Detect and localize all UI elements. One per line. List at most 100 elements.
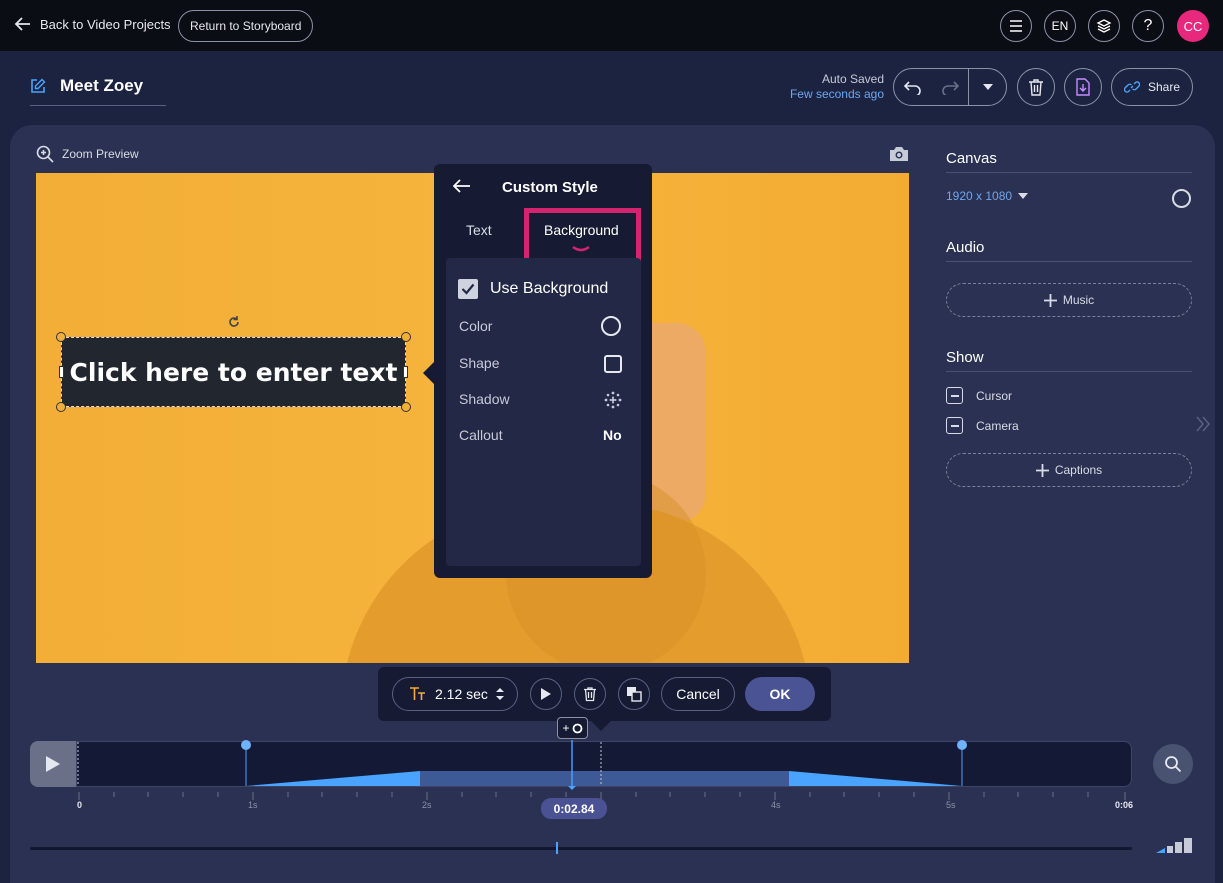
- undo-redo-group: [893, 68, 1007, 106]
- tick-label: 1s: [248, 800, 258, 810]
- plus-icon: [1043, 293, 1057, 307]
- hamburger-icon: [1010, 20, 1022, 32]
- canvas-size-value: 1920 x 1080: [946, 189, 1013, 203]
- help-button[interactable]: ?: [1132, 10, 1164, 42]
- layer-order-icon: [627, 687, 642, 702]
- tick-label: 2s: [422, 800, 432, 810]
- canvas-heading: Canvas: [946, 150, 997, 167]
- resize-handle-right[interactable]: [403, 366, 408, 378]
- canvas-size-dropdown[interactable]: 1920 x 1080: [946, 189, 1029, 203]
- minus-box-icon[interactable]: [946, 387, 963, 404]
- resize-handle-bottom-left[interactable]: [56, 402, 66, 412]
- add-keyframe-button[interactable]: +: [557, 717, 588, 739]
- panel-back-button[interactable]: [452, 179, 471, 198]
- captions-label: Captions: [1054, 463, 1103, 477]
- back-label: Back to Video Projects: [40, 16, 171, 32]
- active-tab-indicator: [572, 246, 590, 252]
- resize-handle-bottom-right[interactable]: [401, 402, 411, 412]
- resize-handle-top-right[interactable]: [401, 332, 411, 342]
- show-cursor-toggle[interactable]: Cursor: [946, 387, 1012, 404]
- avatar[interactable]: CC: [1177, 10, 1209, 42]
- timeline-zoom-button[interactable]: [1153, 744, 1193, 784]
- music-label: Music: [1062, 293, 1095, 307]
- arrange-button[interactable]: [618, 678, 650, 710]
- undo-button[interactable]: [894, 69, 931, 105]
- autosave-time: Few seconds ago: [789, 87, 884, 101]
- play-icon: [46, 756, 60, 772]
- resize-handle-top-left[interactable]: [56, 332, 66, 342]
- layers-icon: [1096, 19, 1112, 33]
- duration-value: 2.12 sec: [435, 686, 488, 702]
- shadow-label: Shadow: [459, 391, 510, 407]
- add-label: +: [562, 721, 570, 735]
- checkbox-checked-icon[interactable]: [458, 279, 478, 299]
- stepper-arrows-icon[interactable]: [495, 687, 504, 701]
- delete-item-button[interactable]: [574, 678, 606, 710]
- timeline-play-button[interactable]: [30, 741, 76, 787]
- timeline-scroll-thumb[interactable]: [556, 842, 558, 854]
- cursor-label: Cursor: [976, 388, 1013, 403]
- double-chevron-right-icon[interactable]: [1195, 415, 1211, 433]
- divider: [946, 371, 1192, 372]
- shape-square-icon[interactable]: [604, 355, 622, 373]
- ok-button[interactable]: OK: [745, 677, 815, 711]
- tick-label: 0:06: [1115, 800, 1134, 810]
- use-background-label: Use Background: [490, 280, 609, 297]
- tick-label: 4s: [771, 800, 781, 810]
- use-background-toggle[interactable]: Use Background: [458, 279, 608, 299]
- callout-value[interactable]: No: [603, 427, 622, 443]
- title-underline: [30, 105, 166, 106]
- redo-button[interactable]: [931, 69, 968, 105]
- playhead-time[interactable]: 0:02.84: [541, 798, 607, 819]
- camera-icon: [890, 147, 908, 161]
- add-music-button[interactable]: Music: [946, 283, 1192, 317]
- divider: [946, 261, 1192, 262]
- add-captions-button[interactable]: Captions: [946, 453, 1192, 487]
- menu-button[interactable]: [1000, 10, 1032, 42]
- text-overlay-box[interactable]: Click here to enter text: [61, 337, 406, 407]
- duration-stepper[interactable]: 2.12 sec: [392, 677, 518, 711]
- rotate-icon[interactable]: [227, 315, 241, 329]
- export-button[interactable]: [1064, 68, 1102, 106]
- tab-background[interactable]: Background: [544, 222, 619, 238]
- timeline-zoom-level-icon[interactable]: [1156, 836, 1194, 854]
- history-dropdown-button[interactable]: [969, 69, 1006, 105]
- share-button[interactable]: Share: [1111, 68, 1193, 106]
- download-file-icon: [1076, 78, 1090, 96]
- cancel-button[interactable]: Cancel: [661, 677, 735, 711]
- trash-icon: [584, 687, 596, 702]
- canvas-color-circle-icon[interactable]: [1172, 189, 1191, 208]
- return-to-storyboard-button[interactable]: Return to Storyboard: [178, 10, 314, 42]
- layers-button[interactable]: [1088, 10, 1120, 42]
- back-to-projects-link[interactable]: Back to Video Projects: [14, 15, 171, 33]
- shadow-dots-icon[interactable]: [603, 390, 623, 410]
- keyframe-circle-icon: [572, 723, 582, 733]
- arrow-left-icon: [14, 17, 30, 31]
- audio-heading: Audio: [946, 239, 985, 256]
- show-heading: Show: [946, 349, 984, 366]
- plus-icon: [1035, 463, 1049, 477]
- link-icon: [1123, 81, 1140, 93]
- zoom-in-icon: [36, 145, 54, 163]
- zoom-preview-button[interactable]: Zoom Preview: [36, 145, 139, 163]
- timeline-scrollbar[interactable]: [30, 847, 1132, 850]
- text-type-icon: [410, 687, 425, 700]
- divider: [946, 172, 1192, 173]
- color-picker-circle-icon[interactable]: [601, 316, 621, 336]
- minus-box-icon[interactable]: [946, 417, 963, 434]
- toolbar-pointer: [591, 721, 611, 731]
- language-button[interactable]: EN: [1044, 10, 1076, 42]
- autosave-label: Auto Saved: [821, 72, 884, 86]
- panel-pointer: [423, 362, 434, 384]
- delete-project-button[interactable]: [1017, 68, 1055, 106]
- trash-icon: [1029, 79, 1043, 96]
- snapshot-button[interactable]: [889, 146, 909, 167]
- show-camera-toggle[interactable]: Camera: [946, 417, 1019, 434]
- tab-text[interactable]: Text: [466, 222, 492, 238]
- top-bar: Back to Video Projects Return to Storybo…: [0, 0, 1223, 51]
- resize-handle-left[interactable]: [59, 366, 64, 378]
- play-item-button[interactable]: [530, 678, 562, 710]
- project-name: Meet Zoey: [60, 76, 144, 95]
- background-options: [446, 258, 641, 566]
- project-title[interactable]: Meet Zoey: [30, 76, 143, 96]
